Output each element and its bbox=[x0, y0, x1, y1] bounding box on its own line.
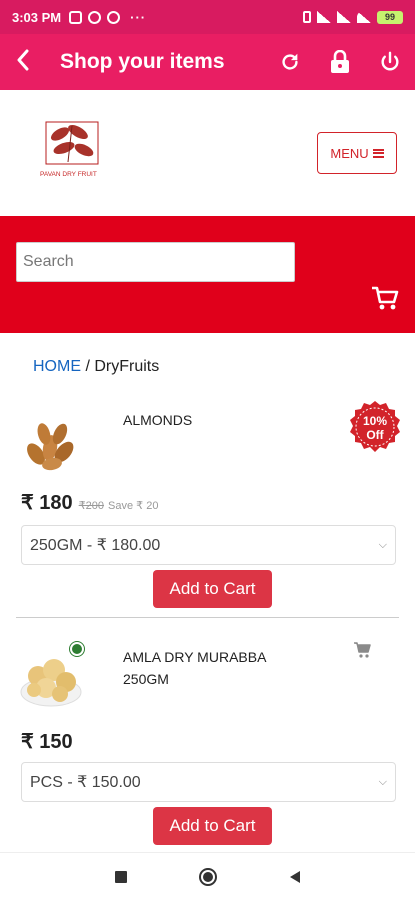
lock-button[interactable] bbox=[315, 50, 365, 74]
veg-icon bbox=[70, 642, 84, 656]
vibrate-icon bbox=[303, 11, 311, 23]
lock-icon bbox=[331, 50, 349, 73]
search-input[interactable] bbox=[16, 242, 295, 282]
battery-icon: 99 bbox=[377, 10, 403, 24]
back-icon bbox=[17, 49, 29, 70]
chevron-down-icon: ⌵ bbox=[378, 775, 387, 788]
search-band bbox=[0, 216, 415, 333]
logout-button[interactable] bbox=[365, 51, 415, 73]
status-time: 3:03 PM bbox=[12, 9, 62, 25]
menu-label: MENU bbox=[330, 145, 369, 161]
power-icon bbox=[381, 51, 399, 71]
app-bar: Shop your items bbox=[0, 34, 415, 90]
add-to-cart-button[interactable]: Add to Cart bbox=[153, 570, 272, 608]
status-bar: 3:03 PM ··· 99 bbox=[0, 0, 415, 34]
signal-2-icon bbox=[337, 11, 351, 23]
discount-badge: 10% Off bbox=[350, 401, 400, 452]
menu-button[interactable]: MENU bbox=[317, 132, 397, 174]
product-price: ₹ 150 bbox=[21, 729, 73, 754]
breadcrumb: HOME / DryFruits bbox=[33, 358, 159, 376]
nav-square-icon[interactable] bbox=[114, 870, 128, 884]
price-value: ₹ 150 bbox=[21, 731, 73, 753]
refresh-icon bbox=[282, 53, 298, 70]
back-button[interactable] bbox=[0, 47, 46, 78]
nav-back-icon[interactable] bbox=[288, 870, 302, 884]
signal-icon bbox=[317, 11, 331, 23]
breadcrumb-separator: / bbox=[81, 358, 95, 375]
divider bbox=[16, 617, 399, 618]
chat-icon bbox=[88, 10, 102, 24]
brand-logo[interactable]: PAVAN DRY FRUIT bbox=[38, 118, 114, 190]
cart-icon[interactable] bbox=[371, 285, 399, 311]
product-name[interactable]: ALMONDS bbox=[123, 409, 192, 431]
product-price: ₹ 180 ₹200 Save ₹ 20 bbox=[21, 490, 158, 515]
variant-select[interactable]: PCS - ₹ 150.00 ⌵ bbox=[21, 762, 396, 802]
hamburger-icon bbox=[372, 148, 384, 158]
app-icon bbox=[107, 10, 121, 24]
site-header: PAVAN DRY FRUIT MENU bbox=[0, 90, 415, 216]
message-icon bbox=[69, 10, 83, 24]
breadcrumb-current: DryFruits bbox=[94, 358, 160, 375]
variant-selected: 250GM - ₹ 180.00 bbox=[30, 537, 161, 554]
variant-select[interactable]: 250GM - ₹ 180.00 ⌵ bbox=[21, 525, 396, 565]
logo-text: PAVAN DRY FRUIT bbox=[40, 171, 97, 178]
product-image-almonds[interactable] bbox=[18, 410, 84, 476]
cart-icon[interactable] bbox=[354, 642, 372, 658]
nav-circle-icon[interactable] bbox=[198, 867, 218, 887]
page-title: Shop your items bbox=[60, 50, 225, 73]
price-value: ₹ 180 bbox=[21, 492, 73, 514]
savings-text: Save ₹ 20 bbox=[108, 500, 159, 512]
more-notifications-icon: ··· bbox=[130, 9, 147, 25]
old-price: ₹200 bbox=[78, 500, 105, 512]
refresh-button[interactable] bbox=[265, 51, 315, 73]
variant-selected: PCS - ₹ 150.00 bbox=[30, 774, 141, 791]
wifi-icon bbox=[357, 11, 371, 23]
discount-off: Off bbox=[366, 428, 384, 442]
add-to-cart-button[interactable]: Add to Cart bbox=[153, 807, 272, 845]
product-name[interactable]: AMLA DRY MURABBA 250GM bbox=[123, 646, 303, 690]
breadcrumb-home-link[interactable]: HOME bbox=[33, 358, 81, 375]
discount-percent: 10% bbox=[363, 414, 387, 428]
system-nav-bar bbox=[0, 852, 415, 900]
chevron-down-icon: ⌵ bbox=[378, 538, 387, 551]
